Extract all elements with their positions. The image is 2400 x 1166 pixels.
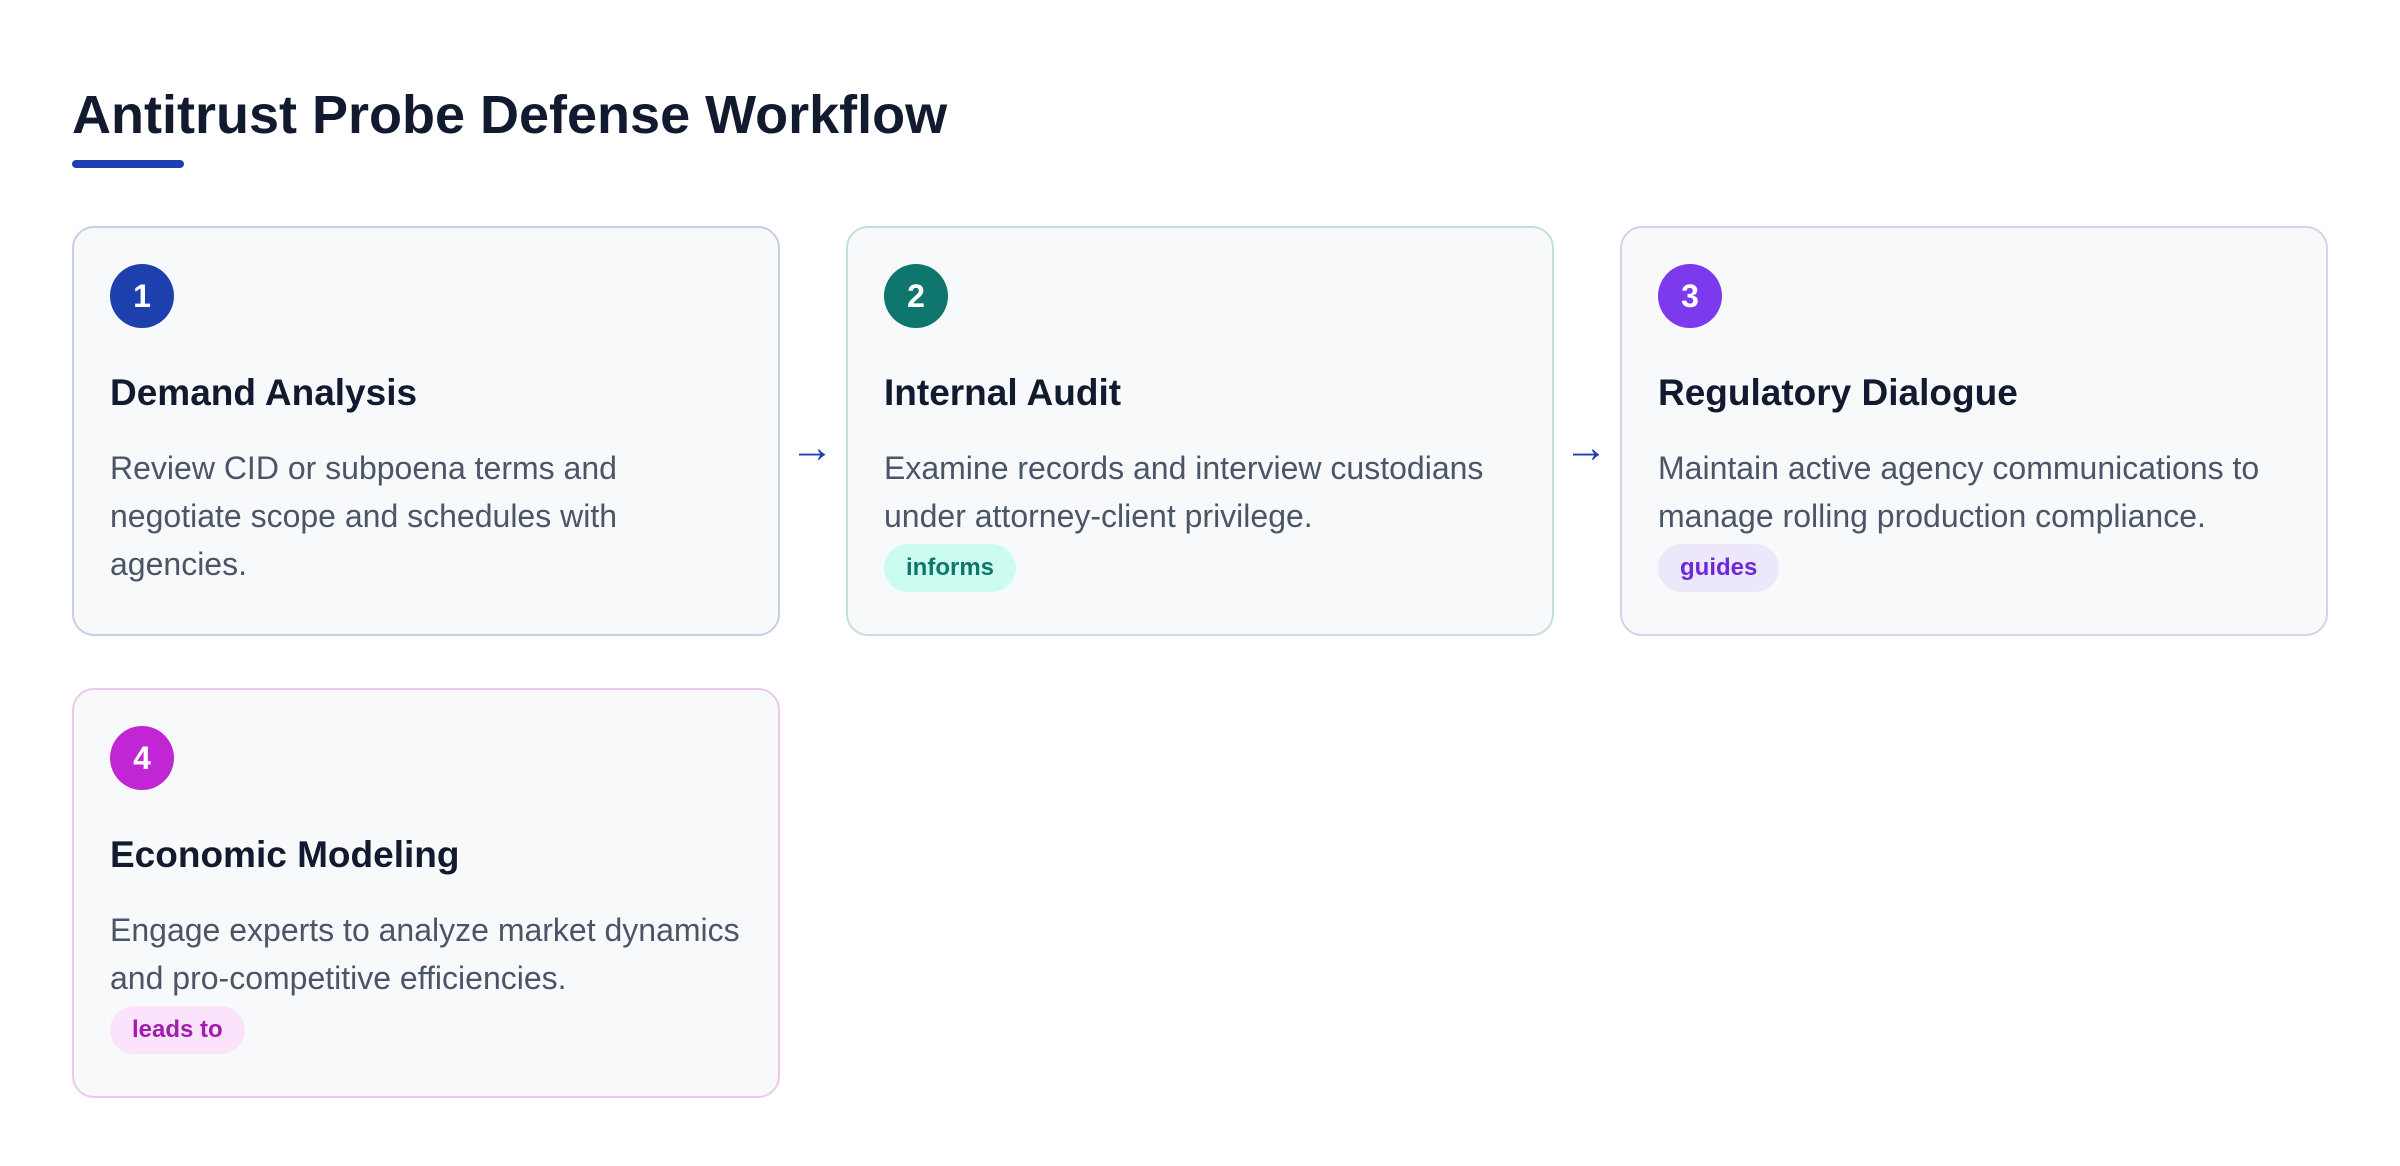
relation-tag: informs [884,544,1017,592]
step-number-badge: 2 [884,264,948,328]
step-title: Internal Audit [884,372,1122,413]
step-description: Examine records and interview custodians… [884,450,1484,534]
right-arrow-icon: → [1564,423,1608,472]
step-number-badge: 3 [1658,264,1722,328]
relation-tag: guides [1658,544,1780,592]
step-description: Review CID or subpoena terms and negotia… [110,450,618,582]
step-number-badge: 1 [110,264,174,328]
step-title: Demand Analysis [110,372,418,413]
title-underline [72,160,184,168]
step-card-internal-audit: 2 Internal Audit Examine records and int… [846,226,1554,636]
step-description: Engage experts to analyze market dynamic… [110,912,740,996]
relation-tag: leads to [110,1006,245,1054]
step-description: Maintain active agency communications to… [1658,450,2260,534]
step-title: Economic Modeling [110,834,460,875]
step-card-regulatory-dialogue: 3 Regulatory Dialogue Maintain active ag… [1620,226,2328,636]
right-arrow-icon: → [790,423,834,472]
step-number-badge: 4 [110,726,174,790]
step-card-economic-modeling: 4 Economic Modeling Engage experts to an… [72,688,780,1098]
step-card-demand-analysis: 1 Demand Analysis Review CID or subpoena… [72,226,780,636]
step-title: Regulatory Dialogue [1658,372,2018,413]
page-title: Antitrust Probe Defense Workflow [72,85,948,145]
